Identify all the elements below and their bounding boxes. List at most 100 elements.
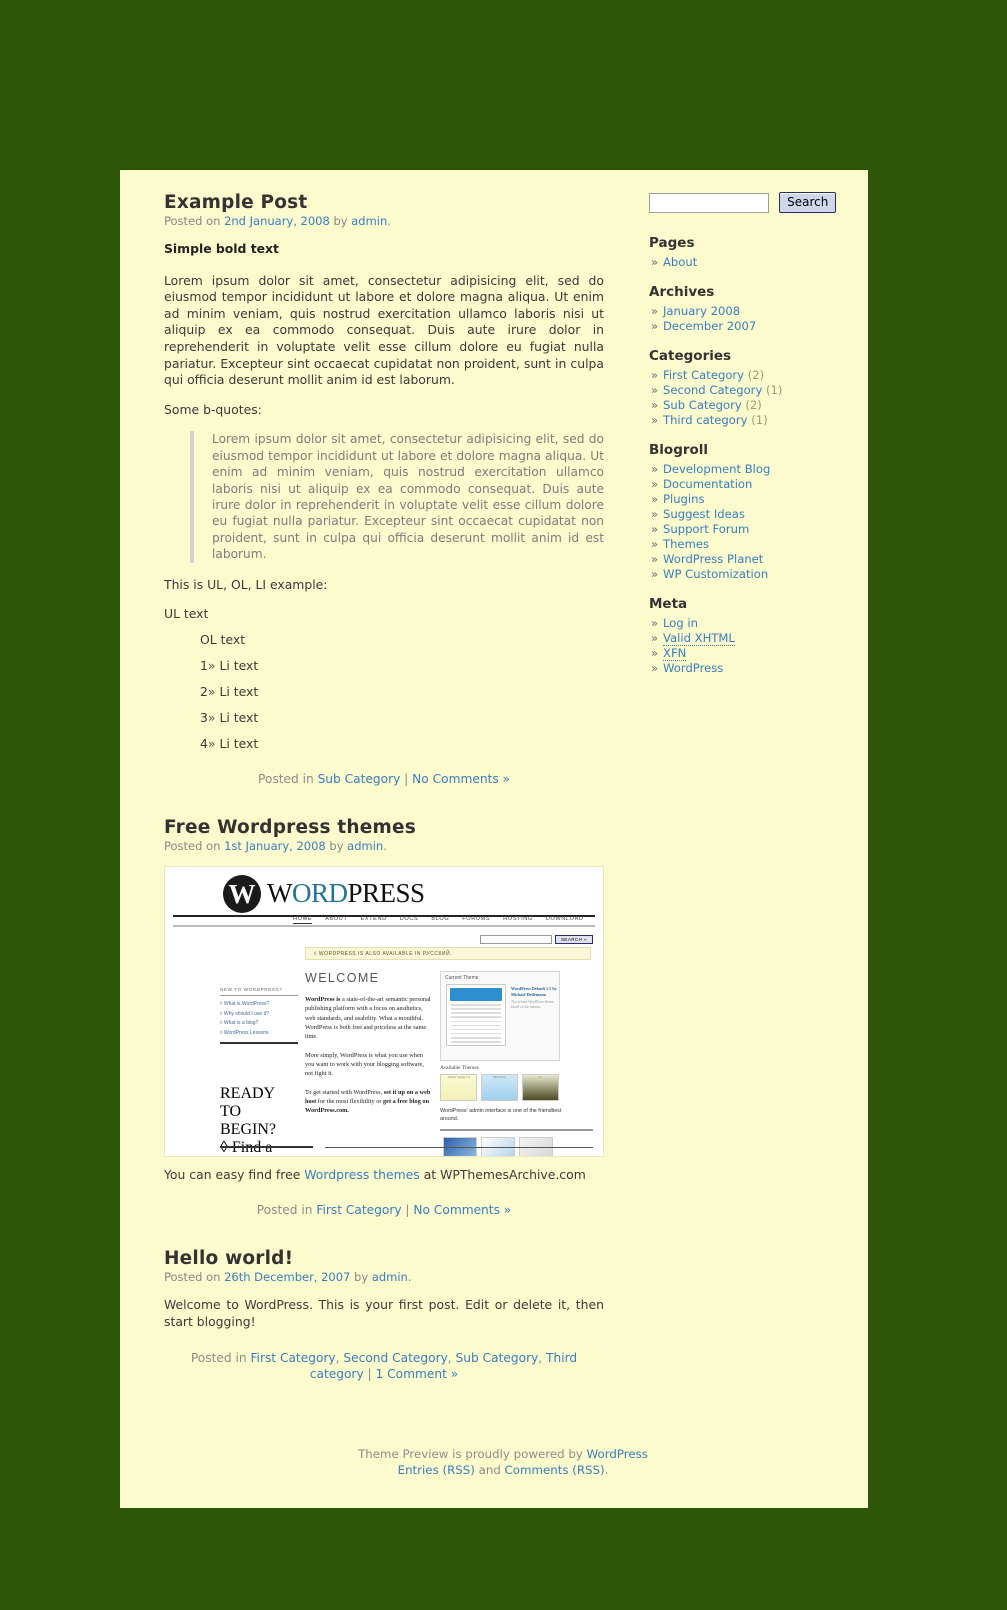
- sidebar-link[interactable]: Third category: [663, 413, 748, 427]
- post-title[interactable]: Free Wordpress themes: [164, 817, 604, 838]
- sidebar-item-wp-customization[interactable]: » WP Customization: [649, 567, 844, 582]
- list-item-number: 3: [200, 710, 208, 726]
- theme-thumb[interactable]: Blix 0.9.2: [481, 1074, 518, 1102]
- sidebar-item-documentation[interactable]: » Documentation: [649, 477, 844, 492]
- sidebar-item-suggest-ideas[interactable]: » Suggest Ideas: [649, 507, 844, 522]
- sidebar-item-first-category[interactable]: » First Category (2): [649, 368, 844, 383]
- sidebar-link[interactable]: Suggest Ideas: [663, 507, 745, 521]
- post-category-link[interactable]: First Category: [316, 1203, 401, 1217]
- search-button[interactable]: Search: [779, 192, 837, 213]
- meta-separator: |: [363, 1367, 376, 1382]
- raquo-icon: »: [207, 684, 216, 700]
- list-item: 3» Li text: [200, 710, 604, 725]
- post-comments-link[interactable]: No Comments »: [412, 772, 510, 786]
- sidebar-link[interactable]: XFN: [663, 646, 687, 661]
- sidebar-link[interactable]: Plugins: [663, 492, 705, 506]
- sidebar-link[interactable]: December 2007: [663, 319, 756, 333]
- screenshot-left-rule: [220, 1041, 298, 1044]
- screenshot-left-heading-1: NEW TO WORDPRESS?: [220, 987, 298, 997]
- screenshot-left-item[interactable]: ◊ Find a web host: [220, 1139, 298, 1156]
- sidebar-item-about[interactable]: » About: [649, 255, 844, 270]
- sidebar-link[interactable]: Documentation: [663, 477, 752, 491]
- sidebar-link[interactable]: January 2008: [663, 304, 740, 318]
- search-input[interactable]: [649, 192, 769, 213]
- wordmark-ress: RESS: [362, 878, 425, 909]
- category-count: (1): [766, 383, 783, 397]
- sidebar-item-wordpress[interactable]: » WordPress: [649, 661, 844, 676]
- post-author-link[interactable]: admin: [347, 839, 383, 853]
- sidebar-item-valid-xhtml[interactable]: » Valid XHTML: [649, 631, 844, 646]
- raquo-icon: »: [207, 710, 216, 726]
- raquo-icon: »: [651, 552, 659, 566]
- screenshot-welcome-heading: WELCOME: [305, 971, 380, 986]
- sidebar-item-december-2007[interactable]: » December 2007: [649, 319, 844, 334]
- theme-thumb-label: Co: [538, 1075, 543, 1080]
- sidebar-link[interactable]: Themes: [663, 537, 709, 551]
- sidebar-item-second-category[interactable]: » Second Category (1): [649, 383, 844, 398]
- sidebar-link[interactable]: Support Forum: [663, 522, 749, 536]
- sidebar-link[interactable]: Development Blog: [663, 462, 770, 476]
- sidebar-link[interactable]: First Category: [663, 368, 744, 382]
- screenshot-search-button[interactable]: SEARCH »: [554, 935, 593, 945]
- sidebar-link[interactable]: WP Customization: [663, 567, 768, 581]
- post-category-link[interactable]: Second Category: [343, 1351, 447, 1365]
- footer-entries-rss-link[interactable]: Entries (RSS): [398, 1463, 475, 1477]
- nav-item-docs[interactable]: DOCS: [400, 916, 419, 922]
- sidebar-link[interactable]: About: [663, 255, 697, 269]
- post-date-link[interactable]: 1st January, 2008: [224, 839, 326, 853]
- screenshot-search-input[interactable]: [479, 935, 552, 945]
- sidebar-item-january-2008[interactable]: » January 2008: [649, 304, 844, 319]
- sidebar-item-xfn[interactable]: » XFN: [649, 646, 844, 661]
- footer-and-label: and: [474, 1463, 505, 1478]
- screenshot-left-item[interactable]: ◊ Why should I use it?: [220, 1011, 298, 1017]
- footer-wordpress-link[interactable]: WordPress: [587, 1447, 648, 1461]
- by-label: by: [329, 214, 352, 228]
- footer-comments-rss-link[interactable]: Comments (RSS): [505, 1463, 605, 1477]
- blockquote-text: Lorem ipsum dolor sit amet, consectetur …: [212, 432, 604, 562]
- post-date-link[interactable]: 2nd January, 2008: [224, 214, 330, 228]
- theme-thumb[interactable]: Almost Spring 1.0: [440, 1074, 477, 1102]
- sidebar-link[interactable]: Log in: [663, 616, 698, 630]
- post-category-link[interactable]: Sub Category: [456, 1351, 539, 1365]
- post-comments-link[interactable]: 1 Comment »: [376, 1367, 459, 1381]
- sidebar-item-sub-category[interactable]: » Sub Category (2): [649, 398, 844, 413]
- sidebar-item-development-blog[interactable]: » Development Blog: [649, 462, 844, 477]
- cat-comma: ,: [538, 1351, 547, 1366]
- post-date-link[interactable]: 26th December, 2007: [224, 1270, 350, 1284]
- screenshot-divider: [173, 925, 595, 928]
- sidebar-link[interactable]: Second Category: [663, 383, 762, 397]
- sidebar-item-log-in[interactable]: » Log in: [649, 616, 844, 631]
- sidebar-link[interactable]: Sub Category: [663, 398, 742, 412]
- screenshot-left-item[interactable]: ◊ WordPress Lessons: [220, 1030, 298, 1036]
- sidebar-link[interactable]: WordPress Planet: [663, 552, 763, 566]
- nav-item-blog[interactable]: BLOG: [431, 916, 449, 922]
- post-title[interactable]: Hello world!: [164, 1248, 604, 1269]
- posted-on-label: Posted on: [164, 1270, 225, 1285]
- sidebar-item-plugins[interactable]: » Plugins: [649, 492, 844, 507]
- sidebar-link[interactable]: Valid XHTML: [663, 631, 735, 646]
- screenshot-left-item[interactable]: ◊ What is WordPress?: [220, 1001, 298, 1007]
- post-category-link[interactable]: First Category: [250, 1351, 335, 1365]
- nav-item-about[interactable]: ABOUT: [325, 916, 347, 922]
- nav-item-forums[interactable]: FORUMS: [462, 916, 490, 922]
- nav-item-home[interactable]: HOME: [293, 916, 313, 925]
- screenshot-theme-name: WordPress Default 1.5 by Michael Heilema…: [511, 986, 557, 998]
- posted-in-label: Posted in: [190, 1351, 251, 1366]
- post-author-link[interactable]: admin: [372, 1270, 408, 1284]
- post-title[interactable]: Example Post: [164, 192, 604, 213]
- nav-item-download[interactable]: DOWNLOAD: [546, 916, 584, 922]
- post-comments-link[interactable]: No Comments »: [413, 1203, 511, 1217]
- nav-item-extend[interactable]: EXTEND: [360, 916, 386, 922]
- category-count: (1): [751, 413, 768, 427]
- sidebar-item-themes[interactable]: » Themes: [649, 537, 844, 552]
- post-author-link[interactable]: admin: [351, 214, 387, 228]
- nav-item-hosting[interactable]: HOSTING: [503, 916, 533, 922]
- sidebar-item-support-forum[interactable]: » Support Forum: [649, 522, 844, 537]
- sidebar-item-wordpress-planet[interactable]: » WordPress Planet: [649, 552, 844, 567]
- sidebar-link[interactable]: WordPress: [663, 661, 723, 675]
- wordpress-themes-link[interactable]: Wordpress themes: [304, 1167, 420, 1182]
- post-category-link[interactable]: Sub Category: [318, 772, 401, 786]
- screenshot-left-item[interactable]: ◊ What is a blog?: [220, 1020, 298, 1026]
- sidebar-item-third-category[interactable]: » Third category (1): [649, 413, 844, 428]
- theme-thumb[interactable]: Co: [522, 1074, 559, 1102]
